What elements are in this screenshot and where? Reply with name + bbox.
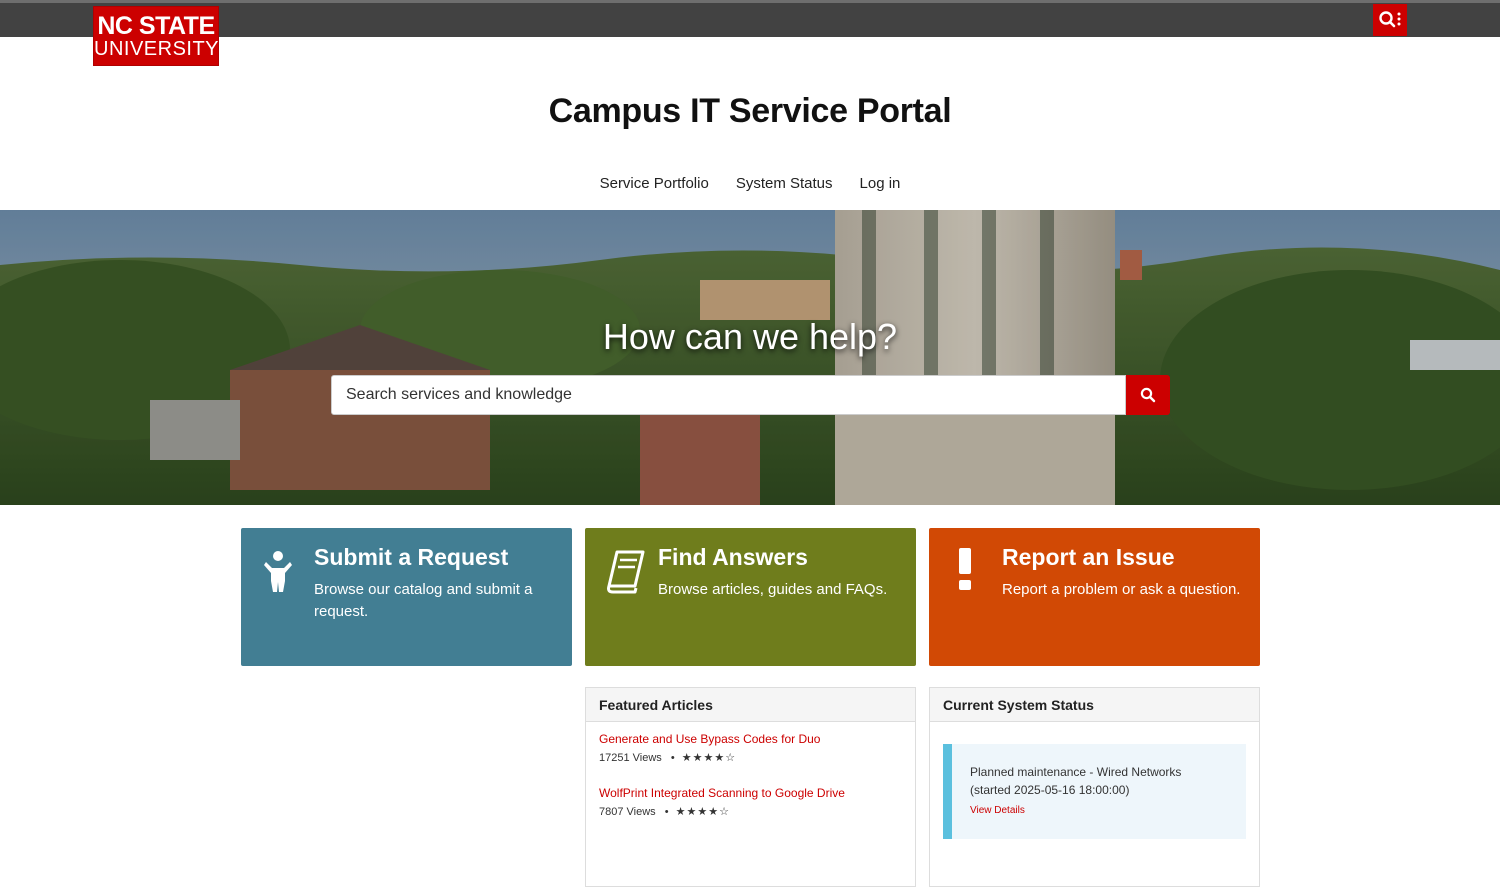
article-meta: 17251 Views • ★★★★☆ <box>599 751 820 764</box>
search-button[interactable] <box>1126 375 1170 415</box>
nav-system-status[interactable]: System Status <box>736 175 833 192</box>
site-title: Campus IT Service Portal <box>548 92 952 130</box>
search-menu-button[interactable] <box>1373 4 1407 36</box>
nav-service-portfolio[interactable]: Service Portfolio <box>600 175 709 192</box>
tile-title: Find Answers <box>658 544 808 570</box>
ncstate-logo[interactable]: NC STATE UNIVERSITY <box>93 6 219 66</box>
tile-description: Report a problem or ask a question. <box>1002 581 1241 598</box>
featured-articles-panel: Featured Articles Generate and Use Bypas… <box>585 687 916 887</box>
separator: • <box>664 806 669 818</box>
system-status-panel: Current System Status Planned maintenanc… <box>929 687 1260 887</box>
tile-find-answers[interactable]: Find Answers Browse articles, guides and… <box>585 528 916 666</box>
tile-title: Submit a Request <box>314 544 509 570</box>
tile-description: Browse articles, guides and FAQs. <box>658 581 888 598</box>
list-item: Generate and Use Bypass Codes for Duo 17… <box>599 732 820 764</box>
exclamation-icon <box>959 548 971 590</box>
list-item: WolfPrint Integrated Scanning to Google … <box>599 786 845 818</box>
logo-line-2: UNIVERSITY <box>94 38 220 60</box>
search-icon <box>1140 387 1156 403</box>
article-meta: 7807 Views • ★★★★☆ <box>599 805 845 818</box>
article-views: 7807 Views <box>599 806 656 818</box>
article-link[interactable]: Generate and Use Bypass Codes for Duo <box>599 732 820 746</box>
top-bar <box>0 0 1500 37</box>
tile-description: Browse our catalog and submit a request. <box>314 581 533 620</box>
tile-report-issue[interactable]: Report an Issue Report a problem or ask … <box>929 528 1260 666</box>
star-rating: ★★★★☆ <box>675 806 730 818</box>
separator: • <box>670 752 675 764</box>
tile-title: Report an Issue <box>1002 544 1175 570</box>
article-views: 17251 Views <box>599 752 662 764</box>
search-menu-icon <box>1379 11 1401 28</box>
article-link[interactable]: WolfPrint Integrated Scanning to Google … <box>599 786 845 800</box>
panel-heading: Featured Articles <box>586 688 915 722</box>
person-icon <box>264 551 292 592</box>
search-input[interactable] <box>331 375 1126 415</box>
book-icon <box>607 550 645 594</box>
view-details-link[interactable]: View Details <box>970 805 1025 816</box>
status-item: Planned maintenance - Wired Networks (st… <box>943 744 1246 839</box>
star-rating: ★★★★☆ <box>681 752 737 764</box>
nav-log-in[interactable]: Log in <box>860 175 901 192</box>
status-text: Planned maintenance - Wired Networks (st… <box>970 765 1182 797</box>
logo-line-1: NC STATE <box>97 12 215 40</box>
hero-heading: How can we help? <box>602 316 898 357</box>
tile-submit-request[interactable]: Submit a Request Browse our catalog and … <box>241 528 572 666</box>
panel-heading: Current System Status <box>930 688 1259 722</box>
main-nav: Service Portfolio System Status Log in <box>0 175 1500 192</box>
